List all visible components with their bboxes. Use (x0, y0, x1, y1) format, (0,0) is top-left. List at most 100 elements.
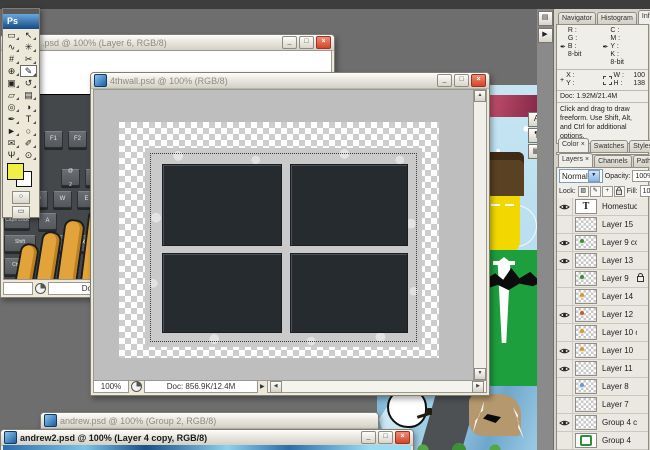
photoshop-logo[interactable]: Ps (3, 14, 39, 29)
tool-move-button[interactable]: ↖ (20, 29, 37, 41)
minimize-button[interactable]: _ (282, 36, 297, 49)
tool-rectangular-marquee-button[interactable]: ▭ (3, 29, 20, 41)
visibility-toggle[interactable] (557, 432, 573, 449)
zoom-field[interactable]: 100% (93, 380, 129, 393)
main-canvas-area[interactable] (93, 89, 477, 381)
tool-slice-button[interactable]: ✂ (20, 53, 37, 65)
Layer 12[interactable]: Layer 12 (557, 306, 648, 324)
Group 4 copy 4[interactable]: Group 4 copy 4 (557, 414, 648, 432)
tool-eraser-button[interactable]: ▱ (3, 89, 20, 101)
visibility-toggle[interactable] (557, 270, 573, 287)
scroll-down-button[interactable]: ▼ (474, 368, 486, 380)
tool-crop-button[interactable]: # (3, 53, 20, 65)
visibility-toggle[interactable] (557, 396, 573, 413)
dock-expand[interactable]: ▶ (538, 28, 553, 43)
visibility-toggle[interactable] (557, 216, 573, 233)
Layer 10 copy[interactable]: Layer 10 copy (557, 324, 648, 342)
visibility-toggle[interactable] (557, 378, 573, 395)
maximize-button[interactable]: □ (454, 74, 469, 87)
tool-pen-button[interactable]: ✒ (3, 113, 20, 125)
lock-pixels-icon[interactable]: ✎ (590, 186, 601, 197)
visibility-toggle[interactable] (557, 306, 573, 323)
keyboard-window-titlebar[interactable]: .psd @ 100% (Layer 6, RGB/8) _ □ × (1, 35, 334, 51)
andrew-window-titlebar[interactable]: andrew.psd @ 100% (Group 2, RGB/8) (41, 413, 378, 429)
chevron-down-icon[interactable]: ▼ (588, 170, 600, 182)
screen-mode-button[interactable]: ▭ (12, 206, 30, 219)
list-item[interactable]: Channels (594, 155, 632, 167)
visibility-toggle[interactable] (557, 342, 573, 359)
Layer 10[interactable]: Layer 10 (557, 342, 648, 360)
close-button[interactable]: × (316, 36, 331, 49)
list-item[interactable]: Navigator (558, 12, 596, 24)
lock-transparency-icon[interactable]: ▨ (578, 186, 589, 197)
horizontal-scrollbar[interactable]: ◀ ▶ (267, 380, 487, 393)
close-button[interactable]: × (471, 74, 486, 87)
main-window-titlebar[interactable]: 4thwall.psd @ 100% (RGB/8) _ □ × (91, 73, 489, 89)
scroll-right-button[interactable]: ▶ (472, 381, 484, 393)
visibility-toggle[interactable] (557, 360, 573, 377)
tool-lasso-button[interactable]: ∿ (3, 41, 20, 53)
tool-brush-button[interactable]: ✎ (20, 65, 37, 77)
scroll-up-button[interactable]: ▲ (474, 90, 486, 102)
list-item[interactable]: Info × (638, 10, 650, 24)
Homestuck began on ...[interactable]: Homestuck began on ... (557, 198, 648, 216)
tool-eyedropper-button[interactable]: ✐ (20, 137, 37, 149)
tool-type-button[interactable]: T (20, 113, 37, 125)
andrew2-window-titlebar[interactable]: andrew2.psd @ 100% (Layer 4 copy, RGB/8)… (1, 430, 413, 446)
fill-value[interactable]: 100% (640, 185, 650, 197)
tool-blur-button[interactable]: ◎ (3, 101, 20, 113)
tool-dodge-button[interactable]: ◑ (20, 101, 37, 113)
tool-shape-button[interactable]: ○ (20, 125, 37, 137)
minimize-button[interactable]: _ (437, 74, 452, 87)
list-item[interactable]: Paths (633, 155, 650, 167)
Layer 11[interactable]: Layer 11 (557, 360, 648, 378)
list-item[interactable]: Styles (629, 140, 650, 152)
visibility-toggle[interactable] (557, 324, 573, 341)
quick-mask-button[interactable]: ○ (12, 191, 30, 204)
opacity-value[interactable]: 100% (632, 170, 650, 182)
list-item[interactable]: Swatches (590, 140, 628, 152)
tab-close[interactable]: × (585, 156, 589, 163)
dock-grip[interactable]: ▤ (538, 11, 553, 26)
scroll-left-button[interactable]: ◀ (270, 381, 282, 393)
visibility-toggle[interactable] (557, 234, 573, 251)
tool-hand-button[interactable]: Ψ (3, 149, 20, 161)
foreground-color-swatch[interactable] (7, 163, 24, 180)
close-button[interactable]: × (395, 431, 410, 444)
lock-position-icon[interactable]: + (602, 186, 613, 197)
status-clock-icon[interactable] (35, 283, 46, 294)
tab-close[interactable]: × (581, 141, 585, 148)
visibility-toggle[interactable] (557, 252, 573, 269)
Layer 9[interactable]: Layer 9 (557, 270, 648, 288)
status-clock-icon[interactable] (131, 381, 142, 392)
tool-history-brush-button[interactable]: ↺ (20, 77, 37, 89)
list-item[interactable]: Layers × (558, 153, 593, 167)
tool-clone-stamp-button[interactable]: ▣ (3, 77, 20, 89)
doc-size-field[interactable]: Doc: 856.9K/12.4M (144, 380, 258, 393)
document-canvas[interactable] (119, 122, 439, 358)
Layer 13[interactable]: Layer 13 (557, 252, 648, 270)
zoom-field[interactable] (3, 282, 33, 295)
tool-magic-wand-button[interactable]: ✳ (20, 41, 37, 53)
tool-path-select-button[interactable]: ► (3, 125, 20, 137)
tool-healing-brush-button[interactable]: ⊕ (3, 65, 20, 77)
lock-all-icon[interactable] (614, 186, 625, 197)
Layer 7[interactable]: Layer 7 (557, 396, 648, 414)
visibility-toggle[interactable] (557, 198, 573, 215)
tool-zoom-button[interactable]: ⊙ (20, 149, 37, 161)
Layer 14[interactable]: Layer 14 (557, 288, 648, 306)
maximize-button[interactable]: □ (299, 36, 314, 49)
maximize-button[interactable]: □ (378, 431, 393, 444)
status-arrow-icon[interactable]: ▶ (260, 383, 265, 390)
blend-mode-select[interactable]: Normal▼ (559, 169, 603, 183)
visibility-toggle[interactable] (557, 288, 573, 305)
Layer 15[interactable]: Layer 15 (557, 216, 648, 234)
tool-notes-button[interactable]: ✉ (3, 137, 20, 149)
list-item[interactable]: Histogram (597, 12, 637, 24)
Layer 9 copy[interactable]: Layer 9 copy (557, 234, 648, 252)
Layer 8[interactable]: Layer 8 (557, 378, 648, 396)
tool-gradient-button[interactable]: ▤ (20, 89, 37, 101)
visibility-toggle[interactable] (557, 414, 573, 431)
minimize-button[interactable]: _ (361, 431, 376, 444)
vertical-scrollbar[interactable]: ▲ ▼ (473, 89, 487, 381)
